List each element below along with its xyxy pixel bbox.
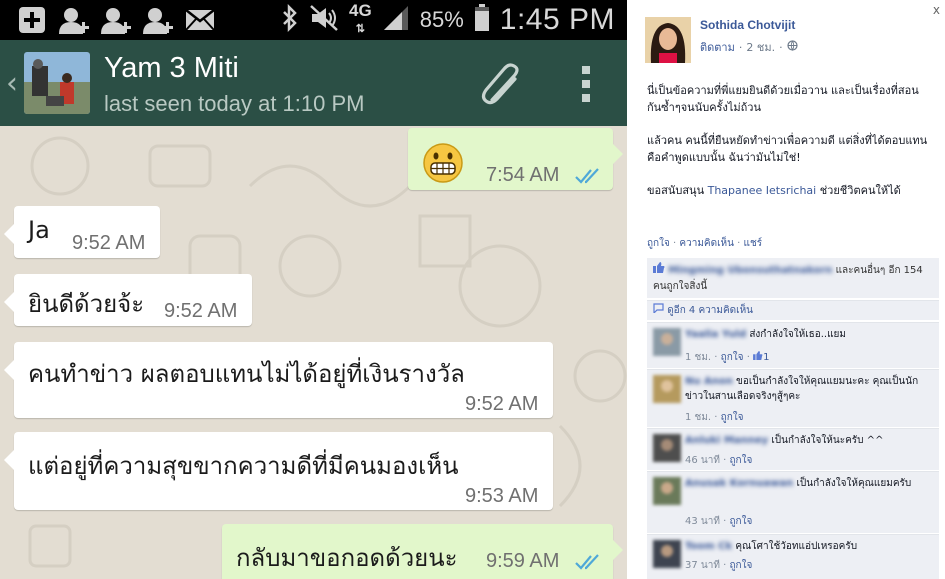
menu-icon[interactable] [582, 66, 592, 102]
follow-link[interactable]: ติดตาม [700, 38, 735, 56]
like-link[interactable]: ถูกใจ [647, 238, 670, 249]
last-seen: last seen today at 1:10 PM [104, 91, 365, 116]
bluetooth-icon [281, 3, 299, 36]
comment: Anusak Kornuawan เป็นกำลังใจให้คุณแยมครั… [647, 471, 939, 533]
post-time[interactable]: 2 ชม. [746, 38, 775, 56]
post-paragraph: นี่เป็นข้อความที่พี่แยมยินดีด้วยเมื่อวาน… [647, 84, 919, 114]
message-text: คนทำข่าว ผลตอบแทนไม่ได้อยู่ที่เงินรางวัล [28, 360, 465, 388]
comment-time[interactable]: 1 ชม. [685, 412, 711, 423]
comment-text: คุณโศาใช้วัอทแอ่ปเหรอครับ [735, 541, 858, 552]
whatsapp-screen: 4G ⇅ 85% 1:45 PM ‹ Yam 3 Miti last seen … [0, 0, 627, 579]
commenter-name[interactable]: Toom Ck [685, 541, 732, 552]
message-bubble-out[interactable]: กลับมาขอกอดด้วยนะ 9:59 AM [222, 524, 623, 579]
mail-icon [184, 4, 216, 36]
commenter-name[interactable]: Anusak Kornuawan [685, 478, 793, 489]
message-bubble-in[interactable]: Ja 9:52 AM [4, 206, 160, 258]
comment-time[interactable]: 37 นาที [685, 560, 720, 571]
battery-icon [474, 4, 490, 36]
back-icon[interactable]: ‹ [6, 66, 18, 101]
contact-name[interactable]: Yam 3 Miti [104, 52, 239, 85]
message-text: Ja [28, 216, 50, 244]
view-more-comments[interactable]: ดูอีก 4 ความคิดเห็น [647, 300, 939, 320]
contact-avatar[interactable] [24, 52, 90, 114]
comment-likes-count[interactable]: 1 [753, 351, 769, 363]
read-ticks-icon [575, 554, 599, 570]
post-meta: ติดตาม · 2 ชม. · [700, 38, 798, 56]
message-time: 9:52 AM [164, 300, 238, 322]
commenter-avatar[interactable] [653, 434, 681, 462]
add-contact-icon [142, 4, 174, 36]
comment-like-link[interactable]: ถูกใจ [721, 412, 744, 423]
comment-time[interactable]: 43 นาที [685, 516, 720, 527]
mute-icon [309, 4, 339, 36]
message-bubble-in[interactable]: ยินดีด้วยจ้ะ 9:52 AM [4, 274, 252, 326]
comment-like-link[interactable]: ถูกใจ [721, 352, 744, 363]
comment: Nu Anon ขอเป็นกำลังใจให้คุณแยมนะคะ คุณเป… [647, 369, 939, 427]
comment: Yaalia Yuld ส่งกำลังใจให้เธอ..แยม 1 ชม. … [647, 322, 939, 368]
commenter-avatar[interactable] [653, 328, 681, 356]
liker-name[interactable]: Mingming Ubonsuthatnakorn [668, 265, 832, 276]
read-ticks-icon [575, 168, 599, 184]
add-contact-icon [100, 4, 132, 36]
tagged-user-link[interactable]: Thapanee Ietsrichai [708, 184, 817, 197]
signal-icon [382, 4, 410, 36]
comment: Toom Ck คุณโศาใช้วัอทแอ่ปเหรอครับ 37 นาท… [647, 534, 939, 579]
author-name[interactable]: Sothida Chotvijit [700, 18, 795, 32]
likes-summary: Mingming Ubonsuthatnakorn และคนอื่นๆ อีก… [647, 258, 939, 298]
emoji-grimace-icon [422, 142, 464, 190]
comment-time[interactable]: 1 ชม. [685, 352, 711, 363]
message-time: 9:52 AM [72, 232, 146, 254]
message-bubble-in[interactable]: แต่อยู่ที่ความสุขขากความดีที่มีคนมองเห็น… [4, 432, 553, 510]
comment-text: เป็นกำลังใจให้นะครับ ^^ [771, 435, 884, 446]
commenter-avatar[interactable] [653, 540, 681, 568]
attach-icon[interactable] [478, 60, 528, 110]
comment: Anluki Manney เป็นกำลังใจให้นะครับ ^^ 46… [647, 428, 939, 470]
message-time: 7:54 AM [486, 164, 560, 186]
comment-bubble-icon [653, 303, 667, 316]
thumbs-up-icon [653, 262, 668, 276]
commenter-name[interactable]: Anluki Manney [685, 435, 768, 446]
comment-like-link[interactable]: ถูกใจ [730, 560, 753, 571]
message-time: 9:53 AM [465, 485, 539, 507]
add-contact-icon [58, 4, 90, 36]
comment-like-link[interactable]: ถูกใจ [730, 455, 753, 466]
thumbs-up-icon [753, 351, 763, 360]
post-paragraph: ขอสนับสนุน Thapanee Ietsrichai ช่วยชีวิต… [647, 184, 901, 197]
share-link[interactable]: แชร์ [744, 238, 763, 249]
message-text: แต่อยู่ที่ความสุขขากความดีที่มีคนมองเห็น [28, 452, 459, 480]
chat-header: ‹ Yam 3 Miti last seen today at 1:10 PM [0, 40, 627, 126]
message-bubble-in[interactable]: คนทำข่าว ผลตอบแทนไม่ได้อยู่ที่เงินรางวัล… [4, 342, 553, 418]
comment-text: ส่งกำลังใจให้เธอ..แยม [749, 329, 846, 340]
battery-percent: 85% [419, 7, 464, 32]
status-bar: 4G ⇅ 85% 1:45 PM [0, 0, 627, 40]
comment-time[interactable]: 46 นาที [685, 455, 720, 466]
close-icon[interactable]: x [933, 3, 940, 17]
commenter-name[interactable]: Nu Anon [685, 376, 733, 387]
author-avatar[interactable] [645, 17, 691, 63]
clock: 1:45 PM [499, 3, 615, 36]
add-icon [16, 4, 48, 36]
message-text: ยินดีด้วยจ้ะ [28, 290, 145, 318]
message-text: กลับมาขอกอดด้วยนะ [236, 544, 458, 572]
facebook-post: Sothida Chotvijit ติดตาม · 2 ชม. · x นี่… [627, 0, 945, 579]
privacy-icon[interactable] [786, 40, 798, 54]
comment-like-link[interactable]: ถูกใจ [730, 516, 753, 527]
commenter-name[interactable]: Yaalia Yuld [685, 329, 746, 340]
message-time: 9:52 AM [465, 393, 539, 415]
message-time: 9:59 AM [486, 550, 560, 572]
comment-link[interactable]: ความคิดเห็น [679, 238, 734, 249]
commenter-avatar[interactable] [653, 477, 681, 505]
post-paragraph: แล้วคน คนนี้ที่ยืนหยัดทำข่าวเพื่อความดี … [647, 134, 928, 164]
network-type: 4G ⇅ [349, 1, 372, 35]
commenter-avatar[interactable] [653, 375, 681, 403]
comment-text: เป็นกำลังใจให้คุณแยมครับ [796, 478, 912, 489]
post-actions: ถูกใจ · ความคิดเห็น · แชร์ [647, 238, 763, 249]
chat-area: 7:54 AM Ja 9:52 AM ยินดีด้วยจ้ะ 9:52 AM … [0, 126, 627, 579]
message-bubble-out[interactable]: 7:54 AM [408, 128, 623, 190]
